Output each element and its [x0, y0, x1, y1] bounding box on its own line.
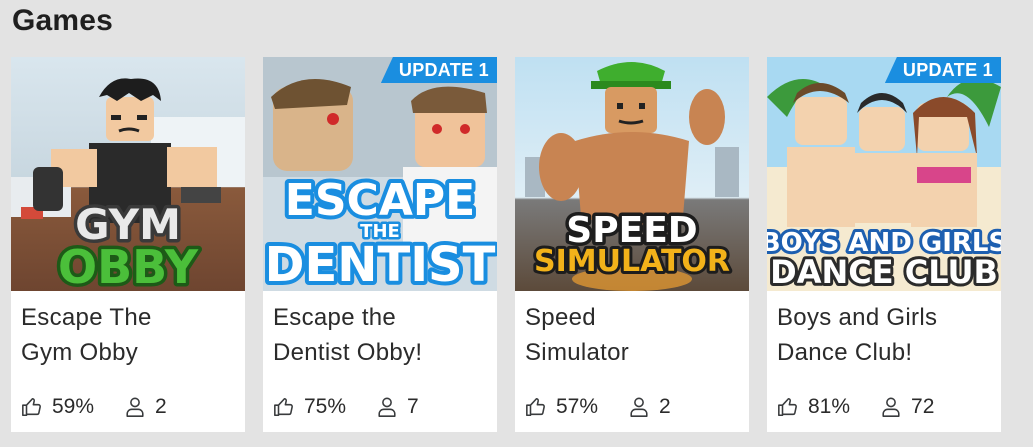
games-list: GYM OBBY Escape The Gym Obby 59% 2 ESCAP… — [11, 57, 1001, 432]
game-title-line: Dance Club! — [777, 339, 913, 366]
thumbs-up-icon — [273, 396, 295, 418]
game-card[interactable]: ESCAPE THE DENTIST UPDATE 1 Escape the D… — [263, 57, 497, 432]
player-count: 72 — [911, 395, 935, 418]
svg-text:SIMULATOR: SIMULATOR — [534, 244, 730, 279]
game-card[interactable]: GYM OBBY Escape The Gym Obby 59% 2 — [11, 57, 245, 432]
svg-text:DANCE CLUB: DANCE CLUB — [770, 253, 998, 291]
game-title[interactable]: Speed Simulator — [525, 300, 740, 370]
game-stats: 57% 2 — [525, 392, 671, 422]
like-ratio: 59% — [52, 395, 95, 418]
thumbs-up-icon — [525, 396, 547, 418]
player-count: 2 — [659, 395, 671, 418]
game-thumbnail[interactable]: BOYS AND GIRLS DANCE CLUB UPDATE 1 — [767, 57, 1001, 291]
game-title-line: Escape the — [273, 304, 397, 331]
like-ratio: 75% — [304, 395, 347, 418]
game-thumbnail[interactable]: SPEED SIMULATOR — [515, 57, 749, 291]
person-icon — [376, 396, 398, 418]
thumbs-up-icon — [777, 396, 799, 418]
game-thumbnail[interactable]: GYM OBBY — [11, 57, 245, 291]
game-title-line: Boys and Girls — [777, 304, 938, 331]
game-title-line: Escape The — [21, 304, 152, 331]
game-title-line: Simulator — [525, 339, 630, 366]
game-stats: 75% 7 — [273, 392, 419, 422]
player-count: 7 — [407, 395, 419, 418]
update-badge: UPDATE 1 — [380, 57, 497, 83]
game-card[interactable]: SPEED SIMULATOR Speed Simulator 57% 2 — [515, 57, 749, 432]
game-stats: 81% 72 — [777, 392, 934, 422]
game-title[interactable]: Escape the Dentist Obby! — [273, 300, 488, 370]
svg-text:OBBY: OBBY — [58, 240, 199, 291]
game-stats: 59% 2 — [21, 392, 167, 422]
game-title[interactable]: Escape The Gym Obby — [21, 300, 236, 370]
game-title-line: Speed — [525, 304, 596, 331]
game-title-line: Dentist Obby! — [273, 339, 423, 366]
svg-text:ESCAPE: ESCAPE — [285, 175, 475, 226]
person-icon — [880, 396, 902, 418]
thumbs-up-icon — [21, 396, 43, 418]
game-title[interactable]: Boys and Girls Dance Club! — [777, 300, 992, 370]
svg-text:DENTIST: DENTIST — [265, 237, 496, 291]
like-ratio: 57% — [556, 395, 599, 418]
update-badge: UPDATE 1 — [884, 57, 1001, 83]
section-title: Games — [12, 4, 114, 37]
game-card[interactable]: BOYS AND GIRLS DANCE CLUB UPDATE 1 Boys … — [767, 57, 1001, 432]
person-icon — [628, 396, 650, 418]
game-title-line: Gym Obby — [21, 339, 139, 366]
game-thumbnail[interactable]: ESCAPE THE DENTIST UPDATE 1 — [263, 57, 497, 291]
like-ratio: 81% — [808, 395, 851, 418]
person-icon — [124, 396, 146, 418]
player-count: 2 — [155, 395, 167, 418]
